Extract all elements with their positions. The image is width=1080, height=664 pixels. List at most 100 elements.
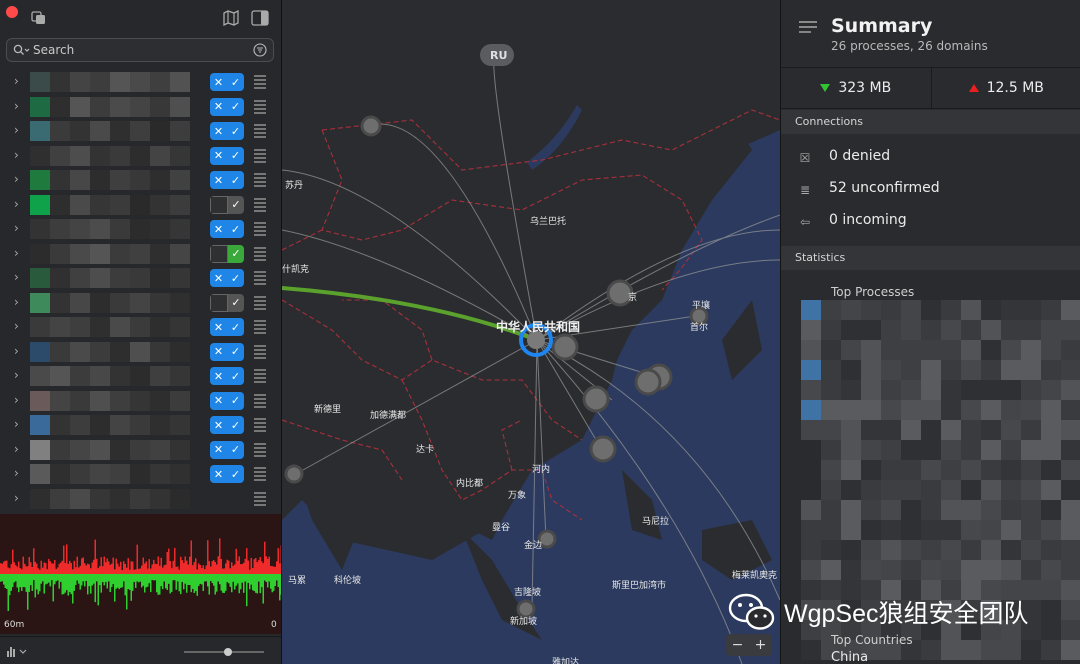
expand-chevron-icon[interactable]: ›	[14, 123, 19, 137]
close-window-button[interactable]	[6, 6, 18, 18]
rule-toggle[interactable]: ✕ ✓	[210, 146, 244, 165]
deny-toggle-icon[interactable]: ✕	[210, 391, 227, 410]
rule-toggle[interactable]: ✕ ✓	[210, 367, 244, 385]
expand-chevron-icon[interactable]: ›	[14, 319, 19, 333]
process-row[interactable]: › ✕ ✓	[0, 315, 281, 340]
slider-knob[interactable]	[224, 648, 232, 656]
filter-icon[interactable]	[253, 43, 267, 57]
allow-toggle-icon[interactable]: ✓	[227, 465, 244, 483]
rule-toggle[interactable]: ✕ ✓	[210, 391, 244, 410]
process-row[interactable]: › ✓	[0, 291, 281, 316]
deny-toggle-icon[interactable]: ✕	[210, 220, 227, 238]
process-row[interactable]: › ✕ ✓	[0, 95, 281, 120]
chart-style-icon[interactable]	[6, 645, 30, 657]
rule-toggle[interactable]: ✕ ✓	[210, 171, 244, 189]
allow-toggle-icon[interactable]: ✓	[227, 146, 244, 165]
process-row[interactable]: › ✕ ✓	[0, 70, 281, 95]
deny-toggle-icon[interactable]: ✕	[210, 367, 227, 385]
deny-toggle-icon[interactable]: ✕	[210, 73, 227, 91]
allow-toggle-icon[interactable]: ✓	[227, 342, 244, 361]
rule-toggle[interactable]: ✓	[210, 195, 244, 214]
deny-toggle-icon[interactable]: ✕	[210, 122, 227, 140]
expand-chevron-icon[interactable]: ›	[14, 270, 19, 284]
allow-toggle-icon[interactable]: ✓	[227, 391, 244, 410]
process-row[interactable]: › ✕ ✓	[0, 389, 281, 414]
rule-toggle[interactable]: ✕ ✓	[210, 73, 244, 91]
process-row[interactable]: › ✕ ✓	[0, 217, 281, 242]
rule-toggle[interactable]: ✕ ✓	[210, 318, 244, 336]
process-row[interactable]: › ✕ ✓	[0, 413, 281, 438]
allow-toggle-icon[interactable]: ✓	[227, 122, 244, 140]
rule-toggle[interactable]: ✕ ✓	[210, 416, 244, 434]
allow-toggle-icon[interactable]: ✓	[227, 367, 244, 385]
incoming-count[interactable]: ⇦ 0 incoming	[797, 212, 907, 229]
allow-toggle-icon[interactable]: ✓	[227, 220, 244, 238]
allow-toggle-icon[interactable]: ✓	[228, 244, 244, 263]
unconfirmed-count[interactable]: ≣ 52 unconfirmed	[797, 180, 940, 197]
deny-toggle-icon[interactable]: ✕	[210, 416, 227, 434]
process-row[interactable]: › ✕ ✓	[0, 266, 281, 291]
zoom-in-button[interactable]: +	[749, 634, 772, 656]
list-icon[interactable]	[799, 20, 817, 34]
rule-toggle[interactable]: ✕ ✓	[210, 465, 244, 483]
deny-toggle-icon[interactable]	[210, 195, 228, 214]
deny-toggle-icon[interactable]: ✕	[210, 269, 227, 287]
expand-chevron-icon[interactable]: ›	[14, 295, 19, 309]
allow-toggle-icon[interactable]: ✓	[228, 293, 244, 312]
process-row[interactable]: › ✕ ✓	[0, 364, 281, 389]
rule-toggle[interactable]: ✕ ✓	[210, 122, 244, 140]
expand-chevron-icon[interactable]: ›	[14, 99, 19, 113]
map-view-icon[interactable]	[222, 10, 240, 26]
rule-toggle[interactable]: ✓	[210, 244, 244, 263]
deny-toggle-icon[interactable]: ✕	[210, 342, 227, 361]
expand-chevron-icon[interactable]: ›	[14, 246, 19, 260]
expand-chevron-icon[interactable]: ›	[14, 442, 19, 456]
deny-toggle-icon[interactable]	[210, 244, 228, 263]
process-row[interactable]: › ✕ ✓	[0, 462, 281, 487]
deny-toggle-icon[interactable]: ✕	[210, 465, 227, 483]
time-range-slider[interactable]	[184, 648, 264, 656]
expand-chevron-icon[interactable]: ›	[14, 197, 19, 211]
deny-toggle-icon[interactable]: ✕	[210, 146, 227, 165]
allow-toggle-icon[interactable]: ✓	[227, 416, 244, 434]
allow-toggle-icon[interactable]: ✓	[227, 97, 244, 116]
expand-chevron-icon[interactable]: ›	[14, 74, 19, 88]
allow-toggle-icon[interactable]: ✓	[227, 269, 244, 287]
expand-chevron-icon[interactable]: ›	[14, 466, 19, 480]
allow-toggle-icon[interactable]: ✓	[227, 318, 244, 336]
process-row[interactable]: › ✕ ✓	[0, 119, 281, 144]
expand-chevron-icon[interactable]: ›	[14, 221, 19, 235]
expand-chevron-icon[interactable]: ›	[14, 148, 19, 162]
process-row[interactable]: › ✕ ✓	[0, 340, 281, 365]
expand-chevron-icon[interactable]: ›	[14, 368, 19, 382]
deny-toggle-icon[interactable]: ✕	[210, 171, 227, 189]
process-row[interactable]: › ✕ ✓	[0, 144, 281, 169]
expand-chevron-icon[interactable]: ›	[14, 172, 19, 186]
process-row[interactable]: › ✓	[0, 193, 281, 218]
zoom-out-button[interactable]: −	[726, 634, 749, 656]
server-badge-ru[interactable]: RU	[490, 49, 507, 62]
allow-toggle-icon[interactable]: ✓	[227, 171, 244, 189]
rule-toggle[interactable]: ✕ ✓	[210, 220, 244, 238]
expand-chevron-icon[interactable]: ›	[14, 417, 19, 431]
rule-toggle[interactable]: ✕ ✓	[210, 342, 244, 361]
deny-toggle-icon[interactable]	[210, 293, 228, 312]
expand-chevron-icon[interactable]: ›	[14, 344, 19, 358]
expand-chevron-icon[interactable]: ›	[14, 393, 19, 407]
process-row[interactable]: › ✓	[0, 242, 281, 267]
allow-toggle-icon[interactable]: ✓	[228, 195, 244, 214]
deny-toggle-icon[interactable]: ✕	[210, 97, 227, 116]
panel-toggle-icon[interactable]	[251, 10, 269, 26]
rule-toggle[interactable]: ✕ ✓	[210, 269, 244, 287]
allow-toggle-icon[interactable]: ✓	[227, 73, 244, 91]
process-row[interactable]: ›	[0, 487, 281, 512]
connection-map[interactable]: RU 苏丹 乌兰巴托 什凯克京平壤 首尔 中华人民共和国 新德里 加德满都 达卡 内比都 河内 万象…	[282, 0, 780, 664]
process-row[interactable]: › ✕ ✓	[0, 168, 281, 193]
copy-icon[interactable]	[30, 10, 48, 26]
process-row[interactable]: › ✕ ✓	[0, 438, 281, 463]
denied-count[interactable]: ☒ 0 denied	[797, 148, 891, 165]
rule-toggle[interactable]: ✕ ✓	[210, 440, 244, 459]
rule-toggle[interactable]: ✓	[210, 293, 244, 312]
expand-chevron-icon[interactable]: ›	[14, 491, 19, 505]
allow-toggle-icon[interactable]: ✓	[227, 440, 244, 459]
